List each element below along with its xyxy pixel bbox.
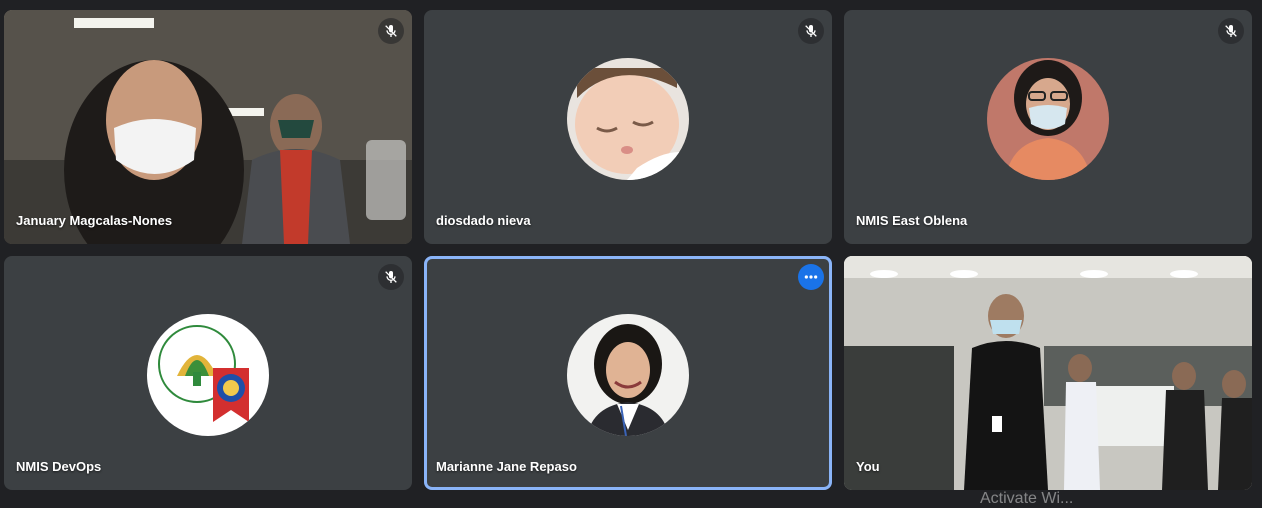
- participant-tile[interactable]: diosdado nieva: [424, 10, 832, 244]
- mic-off-icon: [805, 25, 817, 37]
- participant-tile-active[interactable]: Marianne Jane Repaso: [424, 256, 832, 490]
- mic-off-indicator: [1218, 18, 1244, 44]
- camera-feed: [4, 10, 412, 244]
- participant-tile[interactable]: January Magcalas-Nones: [4, 10, 412, 244]
- participant-avatar: [567, 314, 689, 436]
- mic-off-icon: [385, 271, 397, 283]
- participant-name: NMIS East Oblena: [856, 213, 968, 228]
- woman-portrait-photo: [567, 314, 689, 436]
- more-options-button[interactable]: [798, 264, 824, 290]
- mic-off-indicator: [378, 18, 404, 44]
- mic-off-indicator: [378, 264, 404, 290]
- participant-grid: January Magcalas-Nones diosdado nieva NM…: [0, 0, 1262, 502]
- more-horizontal-icon: [804, 275, 818, 279]
- participant-tile-self[interactable]: You: [844, 256, 1252, 490]
- woman-with-mask-photo: [987, 58, 1109, 180]
- participant-avatar: [567, 58, 689, 180]
- participant-name: diosdado nieva: [436, 213, 531, 228]
- os-watermark: Activate Wi...: [980, 490, 1074, 507]
- participant-name: January Magcalas-Nones: [16, 213, 173, 228]
- department-of-agriculture-logo: [147, 314, 269, 436]
- participant-name: Marianne Jane Repaso: [436, 459, 577, 474]
- camera-feed: [844, 256, 1252, 490]
- participant-tile[interactable]: NMIS DevOps: [4, 256, 412, 490]
- participant-avatar: [147, 314, 269, 436]
- sleeping-baby-photo: [567, 58, 689, 180]
- participant-name: You: [856, 459, 880, 474]
- participant-tile[interactable]: NMIS East Oblena: [844, 10, 1252, 244]
- mic-off-indicator: [798, 18, 824, 44]
- participant-name: NMIS DevOps: [16, 459, 102, 474]
- mic-off-icon: [1225, 25, 1237, 37]
- participant-avatar: [987, 58, 1109, 180]
- mic-off-icon: [385, 25, 397, 37]
